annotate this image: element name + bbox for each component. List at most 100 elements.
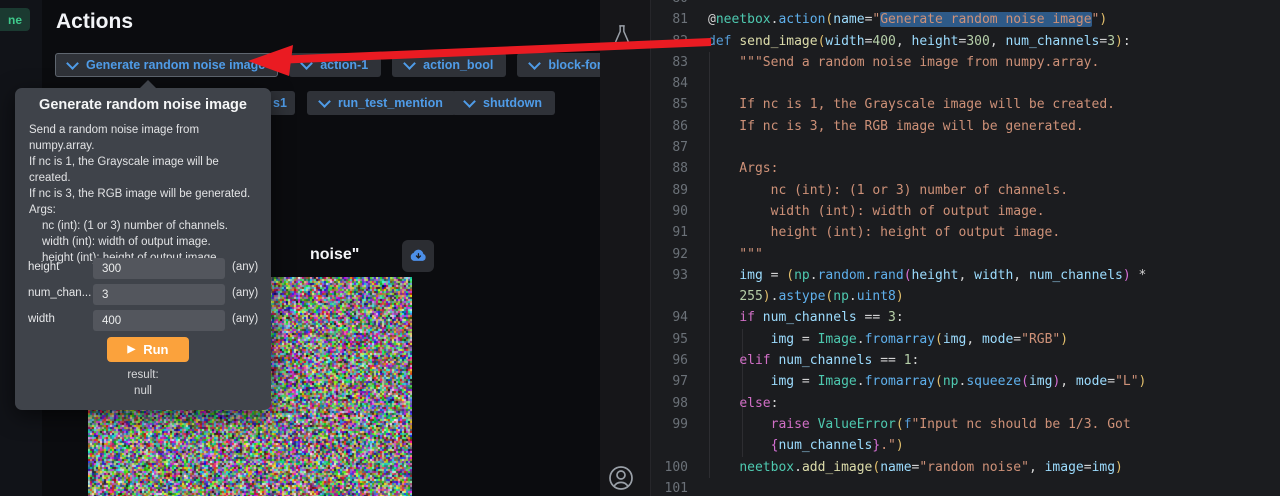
line-number: 84 [651,73,688,94]
line-number: 86 [651,116,688,137]
line-number: 83 [651,52,688,73]
account-icon[interactable] [606,463,636,496]
flask-icon[interactable] [611,24,633,53]
code-line[interactable]: 100 neetbox.add_image(name="random noise… [651,457,1280,478]
code-line[interactable]: 97 img = Image.fromarray(np.squeeze(img)… [651,371,1280,392]
popover-title: Generate random noise image [15,97,271,113]
code-text: height (int): height of output image. [708,222,1060,243]
line-number [651,286,688,307]
arg-type-hint: (any) [232,261,258,273]
line-number: 97 [651,371,688,392]
result-label: result: [15,369,271,381]
result-value: null [15,385,271,397]
code-line[interactable]: 88 Args: [651,158,1280,179]
code-line[interactable]: 96 elif num_channels == 1: [651,350,1280,371]
code-line[interactable]: 90 width (int): width of output image. [651,201,1280,222]
line-number: 93 [651,265,688,286]
code-line[interactable]: 255).astype(np.uint8) [651,286,1280,307]
play-icon: ▶ [128,344,136,355]
arg-label: width [28,313,55,325]
chevron-down-icon [318,95,331,108]
action-button[interactable]: run_test_mention [307,91,456,115]
code-line[interactable]: 80 [651,0,1280,9]
line-number: 80 [651,0,688,9]
line-number: 82 [651,31,688,52]
code-text: If nc is 1, the Grayscale image will be … [708,94,1115,115]
code-line[interactable]: 84 [651,73,1280,94]
code-line[interactable]: 87 [651,137,1280,158]
action-button[interactable]: shutdown [452,91,555,115]
description-line: nc (int): (1 or 3) number of channels. [29,218,257,234]
code-text: """ [708,244,763,265]
line-number: 100 [651,457,688,478]
code-line[interactable]: 98 else: [651,393,1280,414]
run-button[interactable]: ▶ Run [107,337,189,362]
action-description: Send a random noise image from numpy.arr… [15,122,271,266]
description-line: width (int): width of output image. [29,234,257,250]
arg-field-row: width(any) [15,310,271,331]
action-button[interactable]: Generate random noise image [55,53,278,77]
action-button[interactable]: action-1 [289,53,381,77]
description-line: If nc is 1, the Grayscale image will be … [29,154,257,186]
code-line[interactable]: 86 If nc is 3, the RGB image will be gen… [651,116,1280,137]
cloud-download-icon [409,248,427,265]
arg-input[interactable] [93,258,225,279]
code-line[interactable]: 94 if num_channels == 3: [651,307,1280,328]
line-number: 92 [651,244,688,265]
code-line[interactable]: 93 img = (np.random.rand(height, width, … [651,265,1280,286]
description-line: Send a random noise image from numpy.arr… [29,122,257,154]
arg-field-row: num_chan... (any) [15,284,271,305]
action-button-label: run_test_mention [338,96,443,110]
code-text: """Send a random noise image from numpy.… [708,52,1099,73]
arg-input[interactable] [93,284,225,305]
code-line[interactable]: {num_channels}.") [651,435,1280,456]
action-button-label: action_bool [423,58,493,72]
line-number: 85 [651,94,688,115]
code-line[interactable]: 92 """ [651,244,1280,265]
line-number: 98 [651,393,688,414]
download-image-button[interactable] [402,240,434,272]
code-text: img = Image.fromarray(np.squeeze(img), m… [708,371,1146,392]
line-number: 94 [651,307,688,328]
screenshot-root: ne Actions Generate random noise image ac… [0,0,1280,496]
code-text: {num_channels}.") [708,435,904,456]
code-line[interactable]: 89 nc (int): (1 or 3) number of channels… [651,180,1280,201]
chevron-down-icon [403,57,416,70]
code-text: 255).astype(np.uint8) [708,286,904,307]
code-text: if num_channels == 3: [708,307,904,328]
chevron-down-icon [66,57,79,70]
action-button-fragment[interactable]: s1 [269,91,295,115]
code-text: @neetbox.action(name="Generate random no… [708,9,1107,30]
code-text: nc (int): (1 or 3) number of channels. [708,180,1068,201]
code-line[interactable]: 81@neetbox.action(name="Generate random … [651,9,1280,30]
code-lines[interactable]: 8081@neetbox.action(name="Generate rando… [651,0,1280,496]
code-line[interactable]: 101 [651,478,1280,496]
line-number: 101 [651,478,688,496]
code-line[interactable]: 85 If nc is 1, the Grayscale image will … [651,94,1280,115]
run-button-label: Run [143,342,168,357]
actions-row-1: Generate random noise image action-1 actio… [55,53,640,77]
code-text: If nc is 3, the RGB image will be genera… [708,116,1084,137]
action-button[interactable]: action_bool [392,53,506,77]
code-text: img = (np.random.rand(height, width, num… [708,265,1146,286]
code-line[interactable]: 95 img = Image.fromarray(img, mode="RGB"… [651,329,1280,350]
chevron-down-icon [528,57,541,70]
action-button-label: shutdown [483,96,542,110]
project-tag[interactable]: ne [0,8,30,31]
page-title: Actions [56,10,133,34]
description-line: Args: [29,202,257,218]
code-line[interactable]: 91 height (int): height of output image. [651,222,1280,243]
code-line[interactable]: 83 """Send a random noise image from num… [651,52,1280,73]
code-text: neetbox.add_image(name="random noise", i… [708,457,1123,478]
code-text: width (int): width of output image. [708,201,1045,222]
arg-input[interactable] [93,310,225,331]
popover-notch [139,80,157,89]
dashboard-panel: ne Actions Generate random noise image ac… [0,0,600,496]
code-text: elif num_channels == 1: [708,350,919,371]
code-text: def send_image(width=400, height=300, nu… [708,31,1131,52]
arg-type-hint: (any) [232,287,258,299]
arg-label: num_chan... [28,287,91,299]
code-line[interactable]: 99 raise ValueError(f"Input nc should be… [651,414,1280,435]
code-line[interactable]: 82 def send_image(width=400, height=300, … [651,31,1280,52]
line-number: 87 [651,137,688,158]
